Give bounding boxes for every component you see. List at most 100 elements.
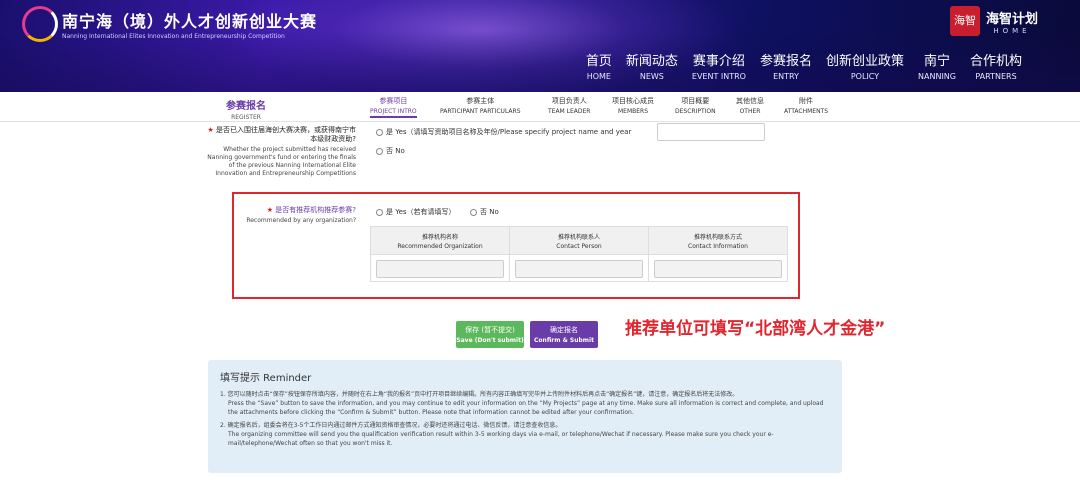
q2-label-cn: 是否有推荐机构推荐参赛? <box>275 206 356 214</box>
nav-label-en: POLICY <box>850 72 880 81</box>
tab-label-cn: 项目概要 <box>681 97 710 105</box>
tab-label-en: DESCRIPTION <box>675 108 716 115</box>
site-header: 南宁海（境）外人才创新创业大赛 Nanning International El… <box>0 0 1080 92</box>
q1-label-cn: 是否已入围往届海创大赛决赛，或获得南宁市本级财政资助? <box>216 126 356 143</box>
column-header-en: Contact Person <box>556 243 602 250</box>
nav-item-policy[interactable]: 创新创业政策 POLICY <box>826 50 904 81</box>
q1-label: ★ 是否已入围往届海创大赛决赛，或获得南宁市本级财政资助? Whether th… <box>206 126 356 178</box>
nav-label-cn: 赛事介绍 <box>692 54 745 69</box>
tab-attachments[interactable]: 附件 ATTACHMENTS <box>784 96 828 115</box>
q2-option-no[interactable]: 否 No <box>470 207 499 217</box>
tab-label-en: PARTICIPANT PARTICULARS <box>440 108 521 115</box>
tab-label-en: ATTACHMENTS <box>784 108 829 115</box>
tab-description[interactable]: 项目概要 DESCRIPTION <box>675 96 716 115</box>
reminder-text-cn: 2. 确定报名后，组委会将在3-5个工作日内通过邮件方式通知资格审查情况，必要时… <box>220 422 562 429</box>
save-button-label-cn: 保存 (暂不提交) <box>465 326 515 334</box>
table-row <box>371 255 787 282</box>
radio-icon[interactable] <box>470 208 477 216</box>
q2-option-yes[interactable]: 是 Yes（若有请填写） <box>376 207 456 217</box>
register-heading-cn: 参赛报名 <box>226 101 266 112</box>
tab-label-en: MEMBERS <box>617 108 649 115</box>
save-button[interactable]: 保存 (暂不提交) Save (Don't submit) <box>456 321 524 348</box>
tab-label-cn: 其他信息 <box>736 97 764 105</box>
reminder-item: 2. 确定报名后，组委会将在3-5个工作日内通过邮件方式通知资格审查情况，必要时… <box>220 421 830 448</box>
q1-option-yes-label: 是 Yes（请填写资助项目名称及年份/Please specify projec… <box>386 128 632 136</box>
column-header-en: Contact Information <box>688 243 748 250</box>
nav-label-en: PARTNERS <box>975 72 1017 81</box>
table-cell <box>371 255 510 282</box>
column-header-cn: 推荐机构联系人 <box>557 234 600 241</box>
q1-option-no-label: 否 No <box>386 147 405 155</box>
reminder-panel: 填写提示 Reminder 1. 您可以随时点击“保存”按钮保存所填内容，并随时… <box>208 360 842 473</box>
tab-label-cn: 附件 <box>799 97 814 105</box>
reminder-text-en: Press the “Save” button to save the info… <box>228 400 824 416</box>
submit-button-label-cn: 确定报名 <box>550 326 578 334</box>
reminder-title: 填写提示 Reminder <box>220 373 312 384</box>
radio-icon[interactable] <box>376 128 383 136</box>
site-logo[interactable]: 南宁海（境）外人才创新创业大赛 Nanning International El… <box>22 6 317 42</box>
nav-label-cn: 创新创业政策 <box>826 54 905 69</box>
reminder-item: 1. 您可以随时点击“保存”按钮保存所填内容，并随时在右上角“我的报名”页中打开… <box>220 390 830 417</box>
tab-label-en: OTHER <box>739 108 761 115</box>
tab-team-leader[interactable]: 项目负责人 TEAM LEADER <box>548 96 590 115</box>
q1-option-yes[interactable]: 是 Yes（请填写资助项目名称及年份/Please specify projec… <box>376 127 631 137</box>
tab-label-cn: 参赛主体 <box>466 97 495 105</box>
submit-button[interactable]: 确定报名 Confirm & Submit <box>530 321 598 348</box>
column-header-contact-person: 推荐机构联系人 Contact Person <box>510 227 649 254</box>
contact-info-input[interactable] <box>654 260 782 278</box>
nav-item-partners[interactable]: 合作机构 PARTNERS <box>970 50 1022 81</box>
tab-members[interactable]: 项目核心成员 MEMBERS <box>612 96 654 115</box>
save-button-label-en: Save (Don't submit) <box>456 337 524 344</box>
nav-label-en: NANNING <box>918 72 956 81</box>
register-heading: 参赛报名 REGISTER <box>226 97 266 121</box>
annotation-note: 推荐单位可填写“北部湾人才金港” <box>625 319 886 339</box>
brand-home-link[interactable]: 海智 海智计划 HOME <box>949 6 1038 36</box>
nav-item-nanning[interactable]: 南宁 NANNING <box>918 50 956 81</box>
nav-item-entry[interactable]: 参赛报名 ENTRY <box>760 50 812 81</box>
reminder-text-en: The organizing committee will send you t… <box>228 431 774 447</box>
tab-label-en: TEAM LEADER <box>548 108 591 115</box>
tab-other[interactable]: 其他信息 OTHER <box>736 96 764 115</box>
logo-icon <box>22 6 58 42</box>
organization-name-input[interactable] <box>376 260 504 278</box>
table-cell <box>510 255 649 282</box>
nav-label-cn: 参赛报名 <box>759 54 812 69</box>
nav-label-cn: 新闻动态 <box>625 54 678 69</box>
reminder-text-cn: 1. 您可以随时点击“保存”按钮保存所填内容，并随时在右上角“我的报名”页中打开… <box>220 391 739 398</box>
q1-project-name-input[interactable] <box>657 123 765 141</box>
column-header-contact-info: 推荐机构联系方式 Contact Information <box>649 227 787 254</box>
nav-item-home[interactable]: 首页 HOME <box>586 50 612 81</box>
nav-label-en: HOME <box>586 72 611 81</box>
q1-option-no[interactable]: 否 No <box>376 146 405 156</box>
brand-home-label: HOME <box>993 26 1031 35</box>
nav-label-en: EVENT INTRO <box>691 72 746 81</box>
logo-title: 南宁海（境）外人才创新创业大赛 <box>62 12 318 31</box>
tab-label-cn: 参赛项目 <box>379 97 408 105</box>
nav-item-event-intro[interactable]: 赛事介绍 EVENT INTRO <box>692 50 746 81</box>
q2-option-no-label: 否 No <box>480 208 499 216</box>
brand-name: 海智计划 <box>985 11 1038 27</box>
radio-icon[interactable] <box>376 147 383 155</box>
required-star: ★ <box>207 126 214 134</box>
q1-label-en: Whether the project submitted has receiv… <box>207 146 356 177</box>
radio-icon[interactable] <box>376 208 383 216</box>
tab-label-en: PROJECT INTRO <box>370 108 417 115</box>
seal-icon: 海智 <box>949 6 980 36</box>
table-header-row: 推荐机构名称 Recommended Organization 推荐机构联系人 … <box>371 227 787 255</box>
nav-label-cn: 合作机构 <box>969 54 1022 69</box>
nav-label-en: ENTRY <box>773 72 799 81</box>
contact-person-input[interactable] <box>515 260 643 278</box>
nav-label-cn: 南宁 <box>923 54 950 69</box>
q2-label-en: Recommended by any organization? <box>246 217 356 224</box>
recommender-table: 推荐机构名称 Recommended Organization 推荐机构联系人 … <box>370 226 788 282</box>
tab-participant-particulars[interactable]: 参赛主体 PARTICIPANT PARTICULARS <box>440 96 521 115</box>
nav-label-cn: 首页 <box>585 54 612 69</box>
tab-project-intro[interactable]: 参赛项目 PROJECT INTRO <box>370 96 417 118</box>
nav-item-news[interactable]: 新闻动态 NEWS <box>626 50 678 81</box>
q2-option-yes-label: 是 Yes（若有请填写） <box>386 208 456 216</box>
column-header-cn: 推荐机构联系方式 <box>693 234 742 241</box>
table-cell <box>649 255 787 282</box>
q2-label: ★ 是否有推荐机构推荐参赛? Recommended by any organi… <box>206 206 356 225</box>
main-nav: 首页 HOME 新闻动态 NEWS 赛事介绍 EVENT INTRO 参赛报名 … <box>572 50 1022 81</box>
submit-button-label-en: Confirm & Submit <box>534 337 594 344</box>
